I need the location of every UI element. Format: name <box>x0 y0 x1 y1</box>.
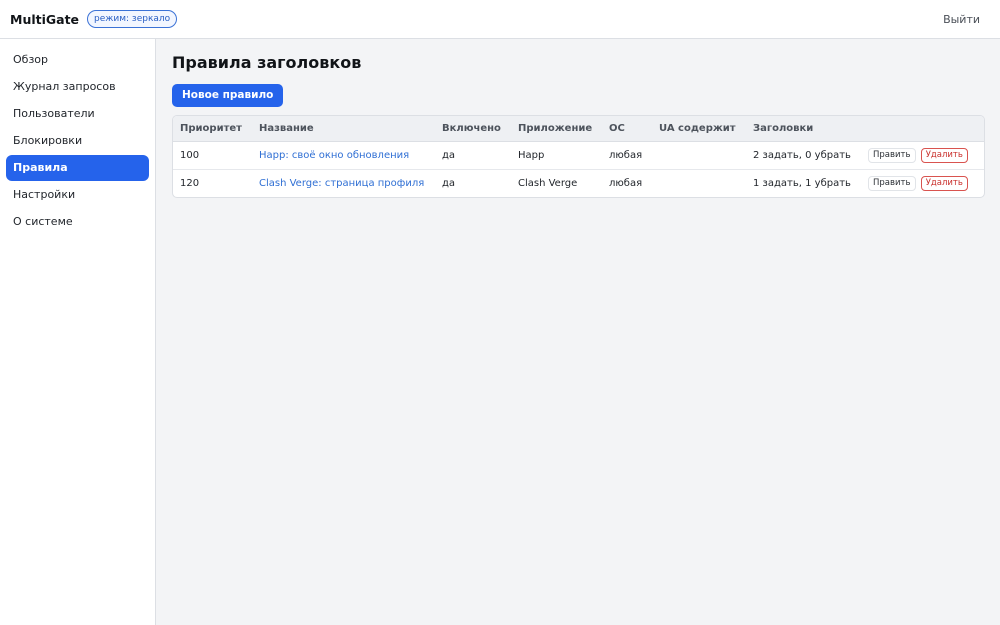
sidebar: Обзор Журнал запросов Пользователи Блоки… <box>0 39 156 625</box>
delete-button[interactable]: Удалить <box>920 175 968 191</box>
table-row: 100 Happ: своё окно обновления да Happ л… <box>173 141 984 170</box>
column-header-os: ОС <box>602 116 652 142</box>
rules-table: Приоритет Название Включено Приложение О… <box>172 115 985 198</box>
mode-badge: режим: зеркало <box>87 10 178 28</box>
main-content: Правила заголовков Новое правило Приорит… <box>156 39 1000 625</box>
edit-button[interactable]: Править <box>868 147 916 163</box>
cell-name: Happ: своё окно обновления <box>252 141 435 170</box>
cell-priority: 100 <box>173 141 252 170</box>
sidebar-item-blocks[interactable]: Блокировки <box>6 128 149 154</box>
cell-ua <box>652 169 746 197</box>
delete-button[interactable]: Удалить <box>920 147 968 163</box>
cell-ua <box>652 141 746 170</box>
cell-headers: 1 задать, 1 убрать <box>753 177 851 189</box>
logout-link[interactable]: Выйти <box>943 13 980 26</box>
rule-name-link[interactable]: Clash Verge: страница профиля <box>259 178 424 189</box>
cell-os: любая <box>609 177 643 189</box>
cell-os: любая <box>602 141 652 170</box>
page-title: Правила заголовков <box>172 53 362 72</box>
cell-app: Clash Verge <box>518 177 578 189</box>
sidebar-item-header-rules[interactable]: Правила заголовков <box>6 155 149 200</box>
sidebar-item-request-log[interactable]: Журнал запросов <box>6 74 149 100</box>
column-header-actions <box>861 116 984 142</box>
column-header-headers: Заголовки <box>746 116 861 142</box>
edit-button[interactable]: Править <box>868 175 916 191</box>
cell-app: Happ <box>511 141 602 170</box>
column-header-priority: Приоритет <box>173 116 252 142</box>
app-brand: MultiGate <box>10 11 80 27</box>
cell-actions: Править Удалить <box>861 141 984 170</box>
top-bar: MultiGate режим: зеркало Выйти <box>0 0 1000 39</box>
column-header-enabled: Включено <box>435 116 511 142</box>
cell-name: Clash Verge: страница профиля <box>252 169 435 197</box>
sidebar-item-users[interactable]: Пользователи <box>6 101 149 127</box>
cell-enabled: да <box>442 177 456 189</box>
cell-priority: 120 <box>180 177 200 189</box>
sidebar-item-about[interactable]: О системе <box>6 209 149 235</box>
table-row: 120 Clash Verge: страница профиля да Cla… <box>173 169 984 197</box>
cell-headers: 2 задать, 0 убрать <box>746 141 861 170</box>
table-header-row: Приоритет Название Включено Приложение О… <box>173 116 984 142</box>
column-header-app: Приложение <box>511 116 602 142</box>
column-header-ua: UA содержит <box>652 116 746 142</box>
column-header-name: Название <box>252 116 435 142</box>
new-rule-button[interactable]: Новое правило <box>172 84 284 107</box>
sidebar-item-overview[interactable]: Обзор <box>6 47 149 73</box>
cell-enabled: да <box>435 141 511 170</box>
rule-name-link[interactable]: Happ: своё окно обновления <box>259 150 409 161</box>
cell-actions: Править Удалить <box>861 169 984 197</box>
